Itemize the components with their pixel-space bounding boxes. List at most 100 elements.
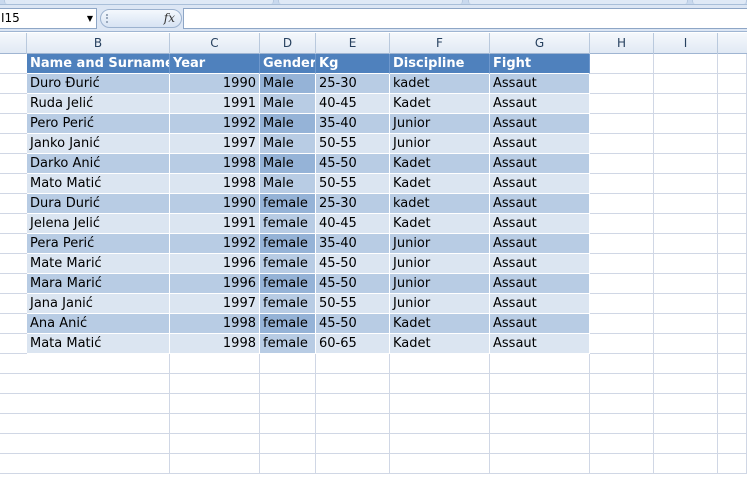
grid-cell[interactable] [170,374,260,394]
table-header-cell[interactable]: Discipline [390,54,490,74]
grid-cell[interactable] [260,414,316,434]
grid-cell[interactable] [718,54,747,74]
grid-cell[interactable] [654,94,718,114]
row-header[interactable] [0,314,27,334]
table-cell[interactable]: Duro Đurić [27,74,170,94]
table-cell[interactable]: 40-45 [316,94,390,114]
table-cell[interactable]: 60-65 [316,334,390,354]
grid-cell[interactable] [316,414,390,434]
grid-cell[interactable] [590,194,654,214]
column-header-i[interactable]: I [654,33,718,54]
grid-cell[interactable] [27,454,170,474]
table-header-cell[interactable]: Year [170,54,260,74]
table-cell[interactable]: Junior [390,114,490,134]
grid-cell[interactable] [390,414,490,434]
table-cell[interactable]: 1998 [170,174,260,194]
grid-cell[interactable] [316,374,390,394]
column-header-d[interactable]: D [260,33,316,54]
grid-cell[interactable] [170,354,260,374]
grid-cell[interactable] [654,174,718,194]
grid-cell[interactable] [654,454,718,474]
grid-cell[interactable] [718,354,747,374]
grid-cell[interactable] [590,134,654,154]
grid-cell[interactable] [718,174,747,194]
row-header[interactable] [0,214,27,234]
table-cell[interactable]: Assaut [490,114,590,134]
table-cell[interactable]: Janko Janić [27,134,170,154]
table-cell[interactable]: Assaut [490,214,590,234]
table-cell[interactable]: kadet [390,74,490,94]
grid-cell[interactable] [718,214,747,234]
grid-cell[interactable] [718,294,747,314]
grid-cell[interactable] [390,354,490,374]
table-cell[interactable]: 25-30 [316,194,390,214]
grid-cell[interactable] [590,154,654,174]
table-cell[interactable]: Assaut [490,174,590,194]
table-cell[interactable]: female [260,194,316,214]
table-cell[interactable]: Kadet [390,314,490,334]
table-cell[interactable]: Mato Matić [27,174,170,194]
table-cell[interactable]: Assaut [490,254,590,274]
table-cell[interactable]: 40-45 [316,214,390,234]
grid-cell[interactable] [718,434,747,454]
grid-cell[interactable] [718,254,747,274]
grid-cell[interactable] [590,334,654,354]
grid-cell[interactable] [590,374,654,394]
grid-cell[interactable] [718,334,747,354]
table-cell[interactable]: Kadet [390,174,490,194]
grid-cell[interactable] [718,234,747,254]
grid-cell[interactable] [170,414,260,434]
row-header[interactable] [0,334,27,354]
grid-cell[interactable] [170,434,260,454]
table-header-cell[interactable]: Genderl [260,54,316,74]
grid-cell[interactable] [170,394,260,414]
table-cell[interactable]: 50-55 [316,294,390,314]
grid-cell[interactable] [718,114,747,134]
grid-cell[interactable] [490,414,590,434]
grid-cell[interactable] [490,454,590,474]
grid-cell[interactable] [590,354,654,374]
row-header[interactable] [0,394,27,414]
grid-cell[interactable] [27,374,170,394]
table-cell[interactable]: 1998 [170,314,260,334]
table-cell[interactable]: 50-55 [316,174,390,194]
grid-cell[interactable] [260,374,316,394]
grid-cell[interactable] [590,314,654,334]
grid-cell[interactable] [490,394,590,414]
grid-cell[interactable] [27,394,170,414]
grid-cell[interactable] [718,274,747,294]
table-cell[interactable]: 1991 [170,214,260,234]
grid-cell[interactable] [390,434,490,454]
table-cell[interactable]: 1992 [170,114,260,134]
column-header-g[interactable]: G [490,33,590,54]
grid-cell[interactable] [260,354,316,374]
table-cell[interactable]: 45-50 [316,274,390,294]
grid-cell[interactable] [27,434,170,454]
grid-cell[interactable] [654,194,718,214]
grid-cell[interactable] [316,394,390,414]
grid-cell[interactable] [654,314,718,334]
grid-cell[interactable] [654,54,718,74]
grid-cell[interactable] [590,214,654,234]
column-header-f[interactable]: F [390,33,490,54]
grid-cell[interactable] [718,134,747,154]
row-header[interactable] [0,294,27,314]
row-header[interactable] [0,54,27,74]
grid-cell[interactable] [718,94,747,114]
grid-cell[interactable] [654,294,718,314]
table-cell[interactable]: Male [260,174,316,194]
table-cell[interactable]: female [260,314,316,334]
grid-cell[interactable] [590,254,654,274]
column-header-h[interactable]: H [590,33,654,54]
grid-cell[interactable] [590,174,654,194]
table-cell[interactable]: 50-55 [316,134,390,154]
grid-cell[interactable] [718,154,747,174]
row-header[interactable] [0,434,27,454]
table-cell[interactable]: 1991 [170,94,260,114]
grid-cell[interactable] [654,334,718,354]
table-cell[interactable]: 45-50 [316,314,390,334]
table-cell[interactable]: Ruda Jelić [27,94,170,114]
column-header-e[interactable]: E [316,33,390,54]
table-cell[interactable]: Assaut [490,74,590,94]
row-header[interactable] [0,414,27,434]
